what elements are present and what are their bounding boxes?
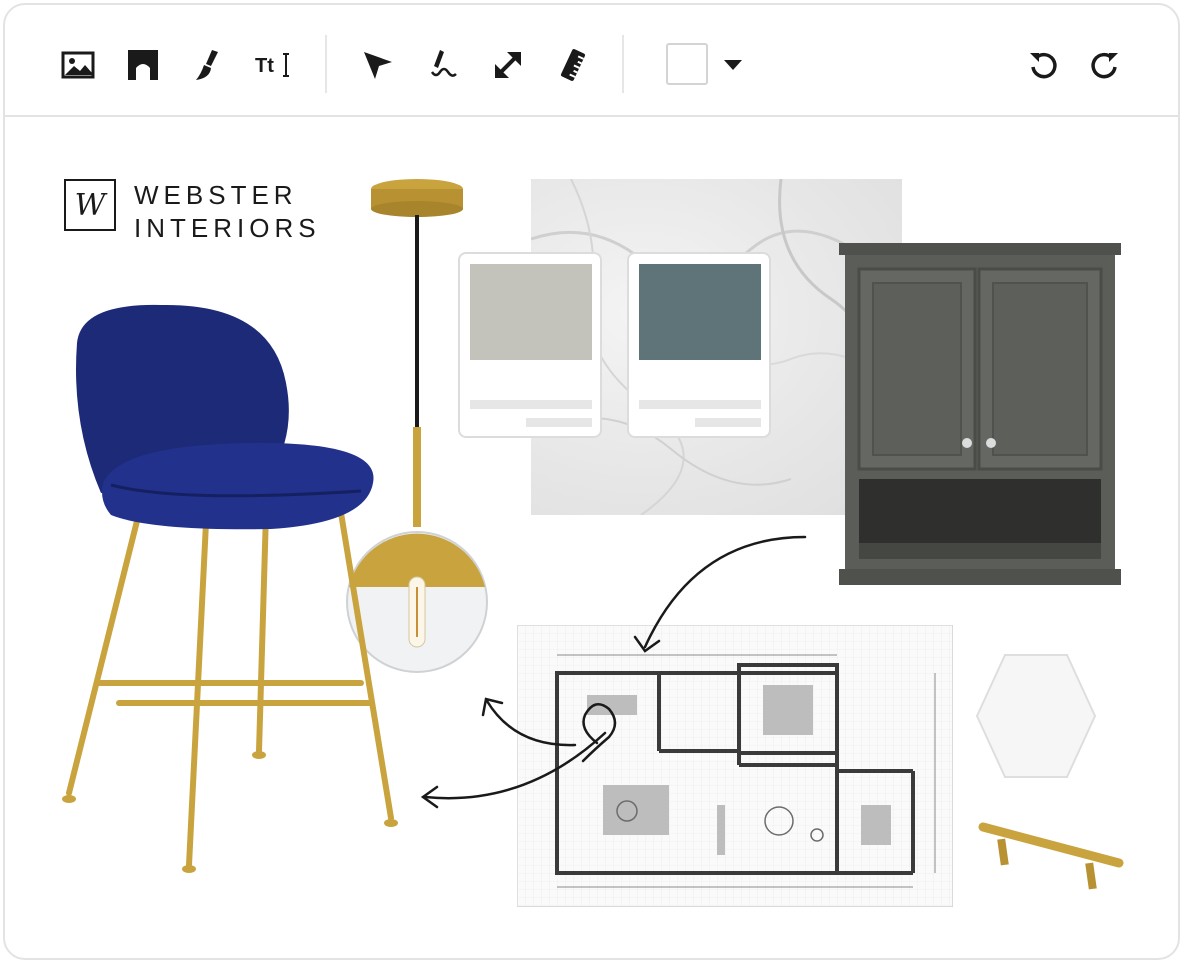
chevron-down-icon xyxy=(724,60,742,70)
undo-button[interactable] xyxy=(1021,43,1065,87)
measure-tool-button[interactable] xyxy=(551,43,595,87)
color-dropdown-button[interactable] xyxy=(711,43,755,87)
toolbar: Tt xyxy=(5,5,1178,117)
toolbar-separator xyxy=(325,35,327,93)
fill-color-swatch[interactable] xyxy=(666,43,708,85)
annotation-arrows xyxy=(420,535,807,809)
draw-tool-button[interactable] xyxy=(421,43,465,87)
select-tool-button[interactable] xyxy=(355,43,399,87)
shape-icon xyxy=(128,50,158,80)
redo-icon xyxy=(1091,52,1118,79)
moodboard-window: Tt W WEBSTER INTERIORS xyxy=(3,3,1180,960)
undo-icon xyxy=(1030,52,1057,79)
brush-tool-button[interactable] xyxy=(185,43,229,87)
select-arrow-icon xyxy=(364,52,392,79)
shape-tool-button[interactable] xyxy=(121,43,165,87)
image-tool-button[interactable] xyxy=(56,43,100,87)
moodboard-canvas[interactable]: W WEBSTER INTERIORS xyxy=(5,117,1178,958)
ruler-icon xyxy=(560,49,586,81)
pen-icon xyxy=(430,50,457,77)
toolbar-separator xyxy=(622,35,624,93)
brush-icon xyxy=(196,50,218,80)
svg-text:Tt: Tt xyxy=(255,55,274,77)
resize-icon xyxy=(495,52,521,78)
image-icon xyxy=(61,51,95,79)
text-icon: Tt xyxy=(255,53,289,77)
redo-button[interactable] xyxy=(1083,43,1127,87)
resize-tool-button[interactable] xyxy=(486,43,530,87)
text-tool-button[interactable]: Tt xyxy=(251,43,295,87)
